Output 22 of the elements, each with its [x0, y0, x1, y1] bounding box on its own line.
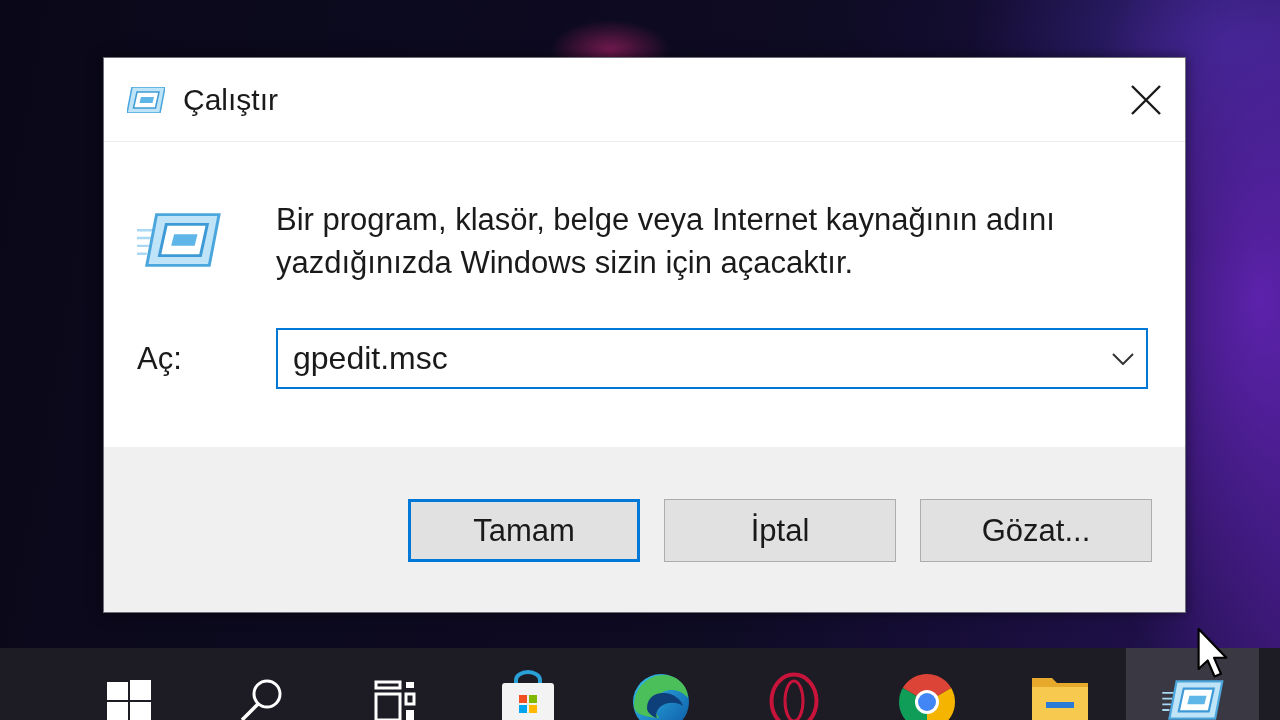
opera-logo-icon	[767, 672, 820, 720]
close-icon	[1131, 84, 1161, 115]
open-label: Aç:	[137, 340, 183, 377]
browse-button[interactable]: Gözat...	[920, 499, 1152, 562]
window-icon	[127, 86, 165, 113]
cancel-button[interactable]: İptal	[664, 499, 896, 562]
ok-button[interactable]: Tamam	[408, 499, 640, 562]
chevron-down-icon[interactable]	[1112, 352, 1134, 365]
window-icon	[1160, 680, 1225, 720]
windows-logo-icon	[106, 680, 151, 720]
close-button[interactable]	[1131, 84, 1161, 115]
chrome-logo-icon	[896, 672, 957, 720]
window-title: Çalıştır	[183, 82, 278, 117]
edge-logo-icon	[630, 672, 691, 720]
folder-icon	[1031, 676, 1088, 720]
search-icon	[239, 678, 284, 720]
open-field[interactable]: gpedit.msc	[276, 328, 1148, 389]
description-text: Bir program, klasör, belge veya Internet kaynağının adını yazdığınızda Windows sizin için açacaktır.	[276, 201, 1056, 282]
mouse-pointer-icon	[1197, 627, 1229, 679]
task-view-icon	[372, 680, 417, 720]
taskbar-button[interactable]	[1126, 648, 1259, 720]
window-icon	[137, 212, 221, 268]
